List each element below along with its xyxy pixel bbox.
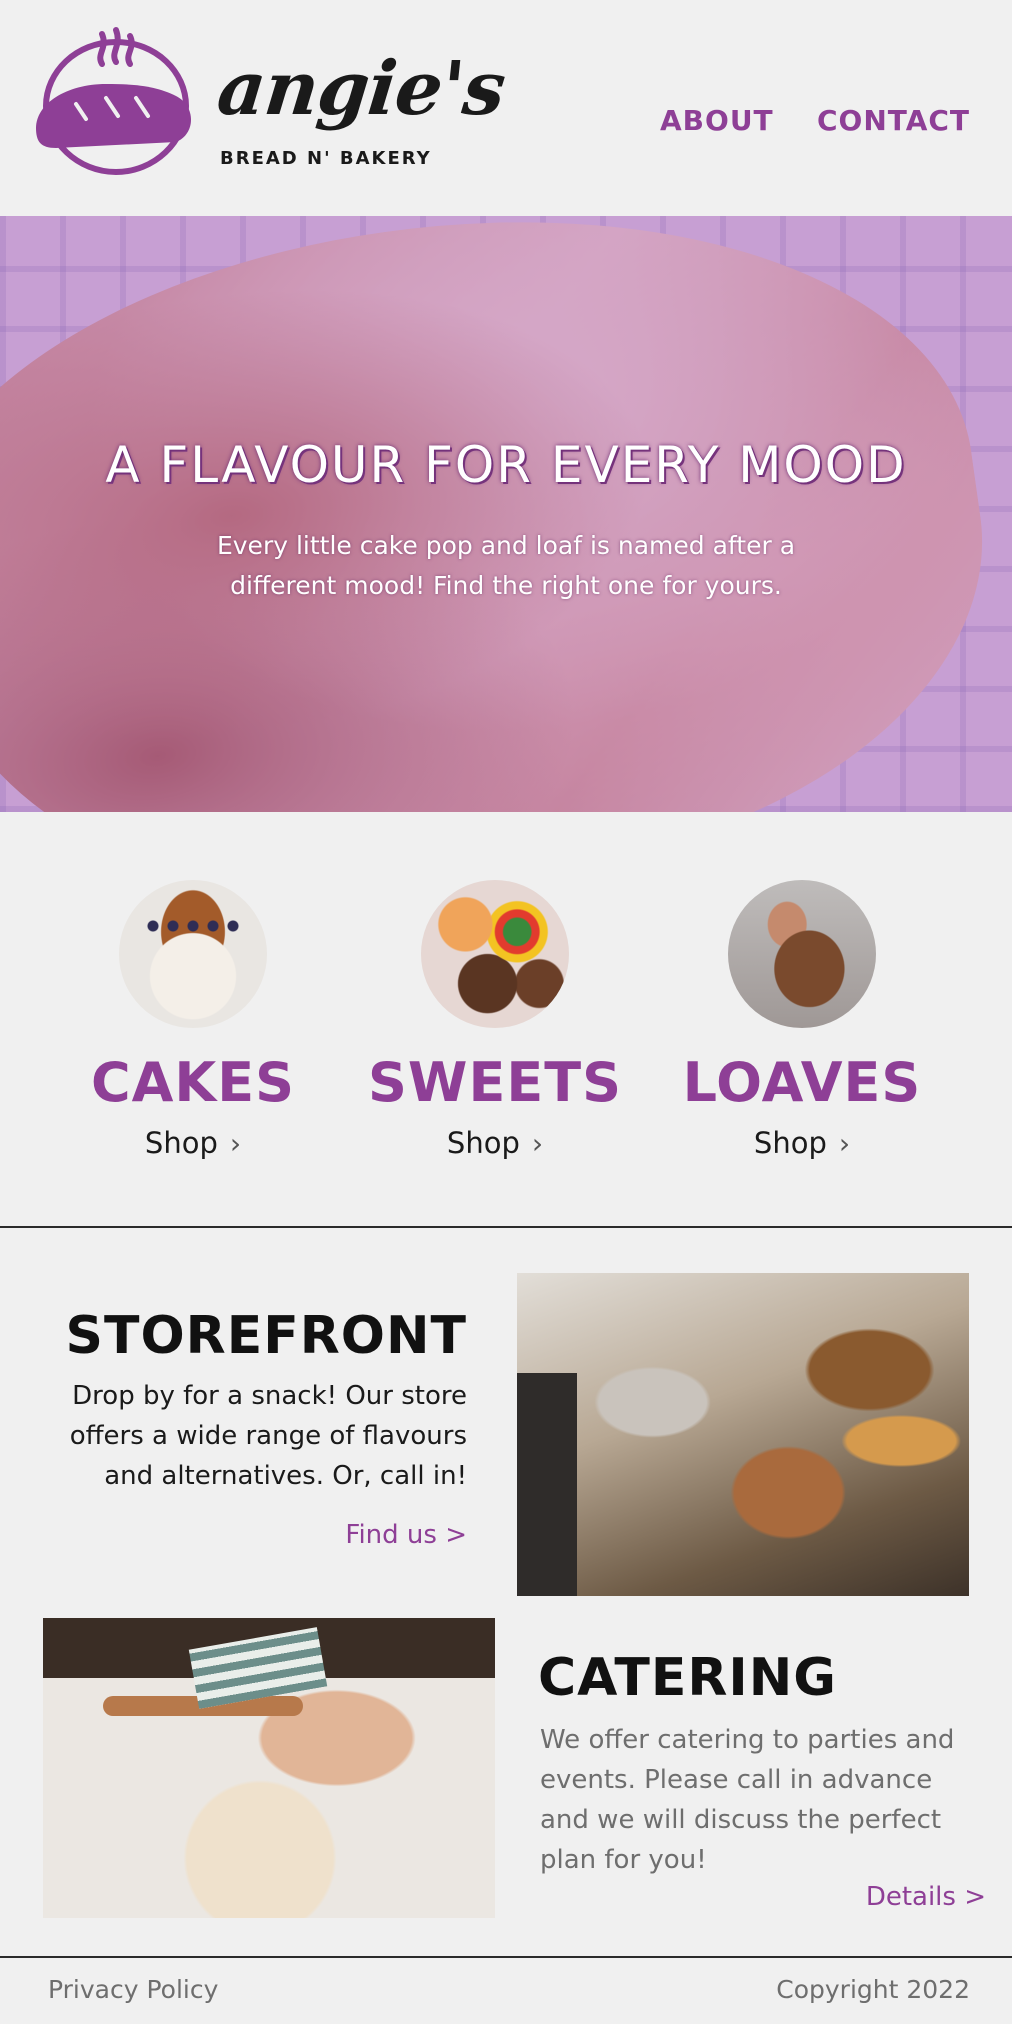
footer-divider xyxy=(0,1956,1012,1958)
sweets-image[interactable] xyxy=(421,880,569,1028)
loaves-image[interactable] xyxy=(728,880,876,1028)
privacy-policy-link[interactable]: Privacy Policy xyxy=(48,1975,218,2004)
category-sweets: SWEETS Shop › xyxy=(365,880,625,1160)
brand-name: angie's xyxy=(213,46,509,132)
category-title: SWEETS xyxy=(368,1051,622,1114)
shop-loaves-link[interactable]: Shop › xyxy=(754,1126,850,1160)
hero-banner: A FLAVOUR FOR EVERY MOOD Every little ca… xyxy=(0,216,1012,812)
catering-text: We offer catering to parties and events.… xyxy=(540,1725,955,1875)
catering-image xyxy=(43,1618,495,1918)
shop-label: Shop xyxy=(446,1126,520,1160)
find-us-link[interactable]: Find us > xyxy=(345,1520,467,1550)
nav-contact-link[interactable]: CONTACT xyxy=(817,104,970,137)
storefront-title: STOREFRONT xyxy=(65,1306,467,1366)
storefront-text: Drop by for a snack! Our store offers a … xyxy=(69,1381,467,1491)
site-header: angie's BREAD N' BAKERY ABOUT CONTACT xyxy=(0,0,1012,216)
hero-title: A FLAVOUR FOR EVERY MOOD xyxy=(105,436,907,494)
category-loaves: LOAVES Shop › xyxy=(672,880,932,1160)
hero-overlay xyxy=(0,216,1012,812)
hero-subtitle: Every little cake pop and loaf is named … xyxy=(216,531,796,600)
category-title: CAKES xyxy=(90,1051,296,1114)
details-link[interactable]: Details > xyxy=(866,1882,986,1912)
nav-about-link[interactable]: ABOUT xyxy=(660,104,774,137)
category-cakes: CAKES Shop › xyxy=(63,880,323,1160)
copyright-text: Copyright 2022 xyxy=(776,1975,970,2004)
category-title: LOAVES xyxy=(682,1051,922,1114)
storefront-image xyxy=(517,1273,969,1596)
shop-cakes-link[interactable]: Shop › xyxy=(145,1126,241,1160)
chevron-right-icon: › xyxy=(838,1126,851,1160)
cakes-image[interactable] xyxy=(119,880,267,1028)
shop-label: Shop xyxy=(144,1126,218,1160)
catering-title: CATERING xyxy=(538,1648,837,1708)
chevron-right-icon: › xyxy=(229,1126,242,1160)
shop-sweets-link[interactable]: Shop › xyxy=(447,1126,543,1160)
chevron-right-icon: › xyxy=(531,1126,544,1160)
section-divider xyxy=(0,1226,1012,1228)
shop-label: Shop xyxy=(753,1126,827,1160)
bread-logo-icon[interactable] xyxy=(36,24,196,180)
brand-tagline: BREAD N' BAKERY xyxy=(220,148,432,169)
